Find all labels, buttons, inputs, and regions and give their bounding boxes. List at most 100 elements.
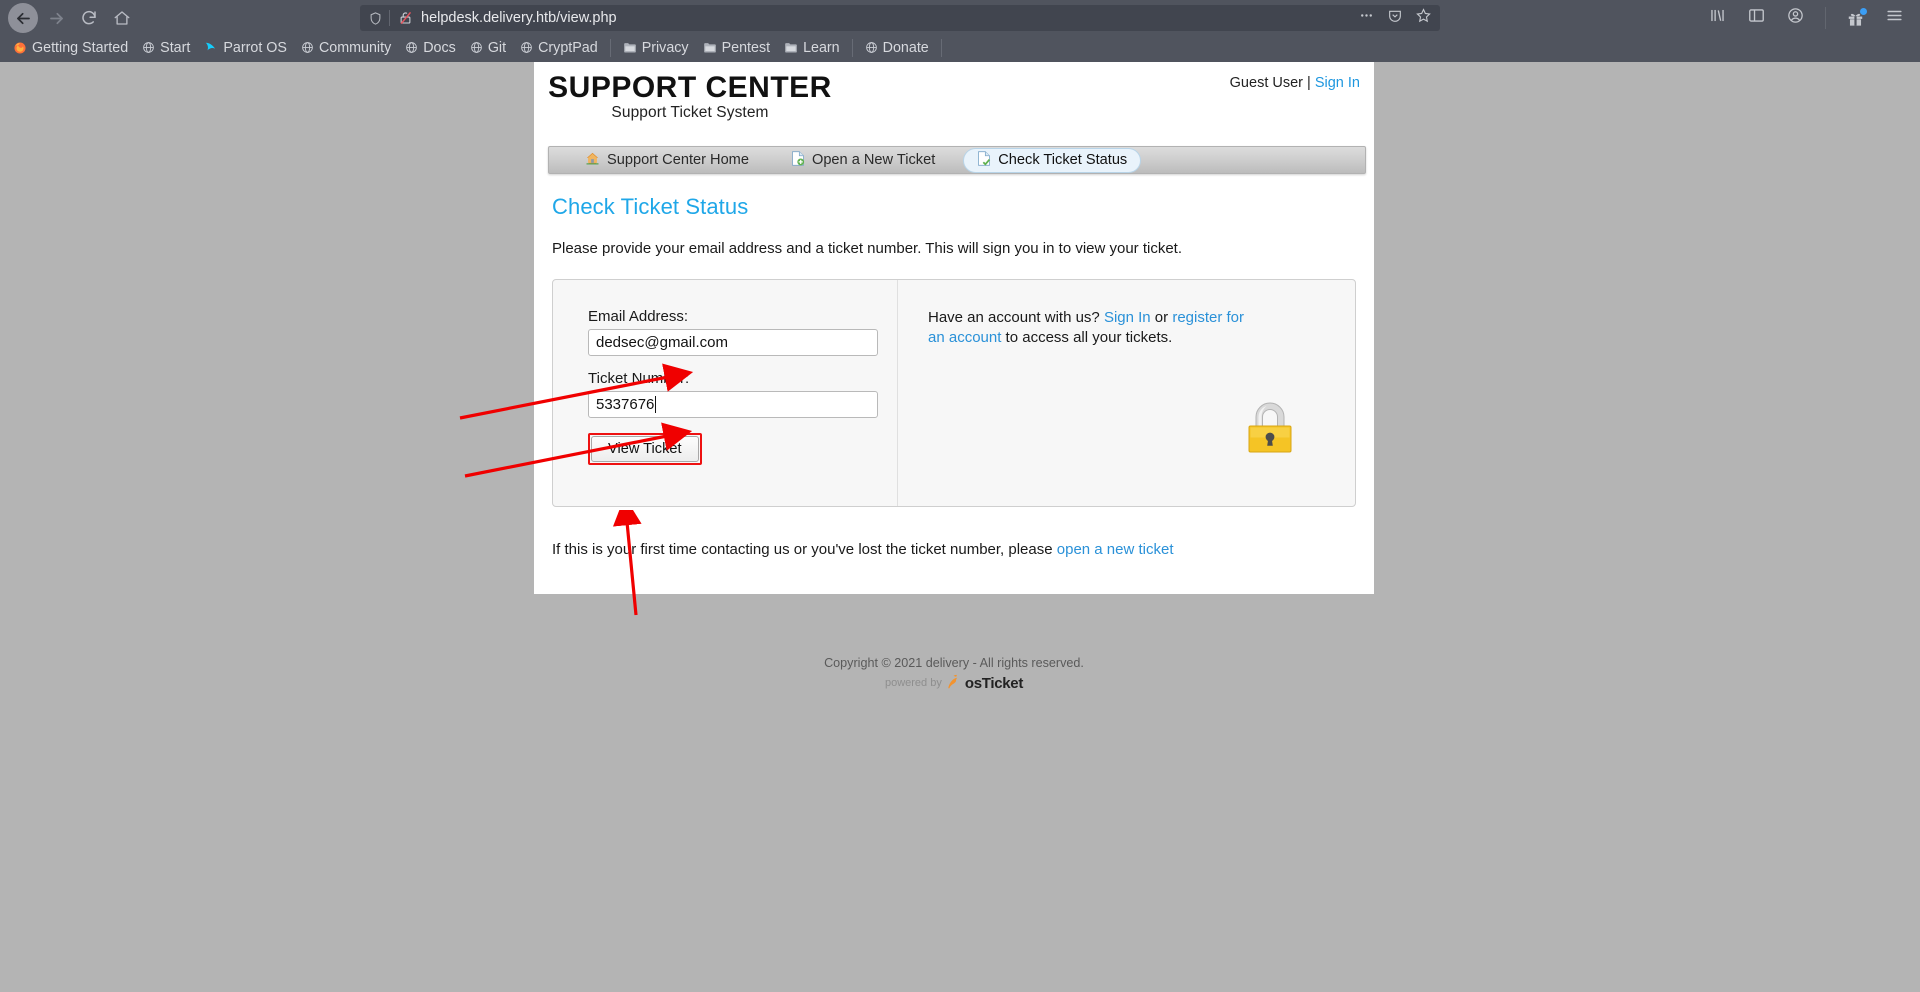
logo-subtitle: Support Ticket System [611,103,769,121]
bookmark-star-icon[interactable] [1415,7,1432,29]
browser-toolbar-right [1690,6,1912,30]
text-caret [655,396,657,413]
account-icon[interactable] [1786,6,1805,30]
osticket-os: os [964,674,982,692]
bookmarks-divider [851,38,853,57]
page-viewport: SUPPORT CENTER Support Ticket System Gue… [0,62,1920,992]
logo-title: SUPPORT CENTER [548,71,832,104]
globe-icon [520,41,533,54]
url-text[interactable]: helpdesk.delivery.htb/view.php [421,10,1358,26]
more-ellipsis-icon[interactable] [1358,7,1375,29]
bookmark-label: Getting Started [32,39,129,56]
ticket-field-label: Ticket Number: [588,370,690,387]
bookmark-git[interactable]: Git [463,38,513,58]
site-footer: Copyright © 2021 delivery - All rights r… [534,642,1374,692]
form-fields-column: Email Address: dedsec@gmail.com Ticket N… [553,280,898,506]
firefox-icon [13,41,27,55]
bookmarks-divider [609,38,611,57]
email-input[interactable]: dedsec@gmail.com [588,329,878,356]
bookmark-folder-privacy[interactable]: Privacy [616,38,696,58]
first-time-note-prefix: If this is your first time contacting us… [552,541,1057,558]
email-input-value: dedsec@gmail.com [596,334,728,351]
page-lead-text: Please provide your email address and a … [552,240,1183,257]
globe-icon [470,41,483,54]
main-navigation-tabs: Support Center Home Open a New Ticket Ch… [548,146,1366,174]
sidebar-icon[interactable] [1747,6,1766,30]
bookmark-community[interactable]: Community [294,38,398,58]
globe-icon [301,41,314,54]
tab-label: Check Ticket Status [998,152,1128,168]
browser-navigation-bar: helpdesk.delivery.htb/view.php [0,0,1920,36]
ticket-number-input[interactable]: 5337676 [588,391,878,418]
toolbar-divider [1825,7,1826,29]
globe-icon [142,41,155,54]
tab-label: Support Center Home [607,152,749,168]
bookmarks-bar: Getting Started Start Parrot OS Communit… [0,36,1920,62]
new-ticket-icon [791,150,805,170]
back-button[interactable] [8,3,38,33]
bookmark-parrot-os[interactable]: Parrot OS [197,38,294,58]
page-title: Check Ticket Status [552,194,749,219]
globe-icon [405,41,418,54]
url-bar[interactable]: helpdesk.delivery.htb/view.php [360,5,1440,31]
padlock-icon [1243,397,1297,462]
bookmark-donate[interactable]: Donate [858,38,936,58]
page-content: Check Ticket Status Please provide your … [534,174,1374,586]
tab-label: Open a New Ticket [811,152,936,168]
bookmark-label: Community [318,39,392,56]
bookmark-label: Donate [882,39,929,56]
tab-open-a-new-ticket[interactable]: Open a New Ticket [777,148,949,173]
email-field-label: Email Address: [588,308,689,325]
view-ticket-highlight: View Ticket [588,433,702,465]
bookmark-label: CryptPad [538,39,598,56]
open-new-ticket-link[interactable]: open a new ticket [1057,541,1174,558]
bookmark-cryptpad[interactable]: CryptPad [513,38,605,58]
gift-icon[interactable] [1846,7,1867,28]
browser-chrome: helpdesk.delivery.htb/view.php Getting S… [0,0,1920,62]
first-time-note: If this is your first time contacting us… [552,541,1356,586]
osticket-wordmark: osTicket [965,675,1023,692]
guest-user-label: Guest User [1229,75,1303,91]
gift-notification-dot [1860,7,1867,15]
globe-icon [865,41,878,54]
tab-support-center-home[interactable]: Support Center Home [571,148,763,173]
guest-separator: | [1307,75,1311,91]
support-center-page: SUPPORT CENTER Support Ticket System Gue… [534,62,1374,594]
menu-hamburger-icon[interactable] [1885,6,1904,30]
account-note-suffix: to access all your tickets. [1001,328,1173,346]
pocket-icon[interactable] [1387,8,1403,29]
account-note-middle: or [1150,309,1173,326]
bookmark-getting-started[interactable]: Getting Started [6,38,135,58]
powered-by-label: powered by [884,677,942,689]
reload-button[interactable] [74,3,104,33]
folder-icon [784,41,798,54]
home-icon [585,151,600,170]
view-ticket-button[interactable]: View Ticket [591,436,699,462]
tab-check-ticket-status[interactable]: Check Ticket Status [963,147,1142,173]
osticket-logo-icon [945,674,962,692]
bookmark-label: Start [160,39,191,56]
account-note: Have an account with us? Sign In or regi… [928,308,1248,348]
bookmark-label: Privacy [641,39,689,56]
sign-in-link[interactable]: Sign In [1315,75,1360,91]
bookmark-label: Pentest [721,39,771,56]
check-status-icon [977,150,991,170]
account-info-column: Have an account with us? Sign In or regi… [898,280,1355,506]
parrot-icon [204,41,218,55]
urlbar-divider [389,10,390,26]
library-icon[interactable] [1708,6,1727,30]
site-logo: SUPPORT CENTER Support Ticket System [540,72,840,122]
powered-by-block: powered by osTicket [534,674,1374,692]
osticket-ticket: Ticket [981,674,1024,692]
broken-lock-icon[interactable] [398,10,413,26]
bookmark-folder-learn[interactable]: Learn [777,38,847,58]
forward-button[interactable] [41,3,71,33]
account-signin-link[interactable]: Sign In [1104,309,1151,326]
bookmark-folder-pentest[interactable]: Pentest [696,38,777,58]
shield-icon[interactable] [368,11,383,26]
bookmark-start[interactable]: Start [135,38,197,58]
bookmark-docs[interactable]: Docs [398,38,463,58]
home-button[interactable] [107,3,137,33]
folder-icon [703,41,717,54]
account-note-prefix: Have an account with us? [928,309,1104,326]
